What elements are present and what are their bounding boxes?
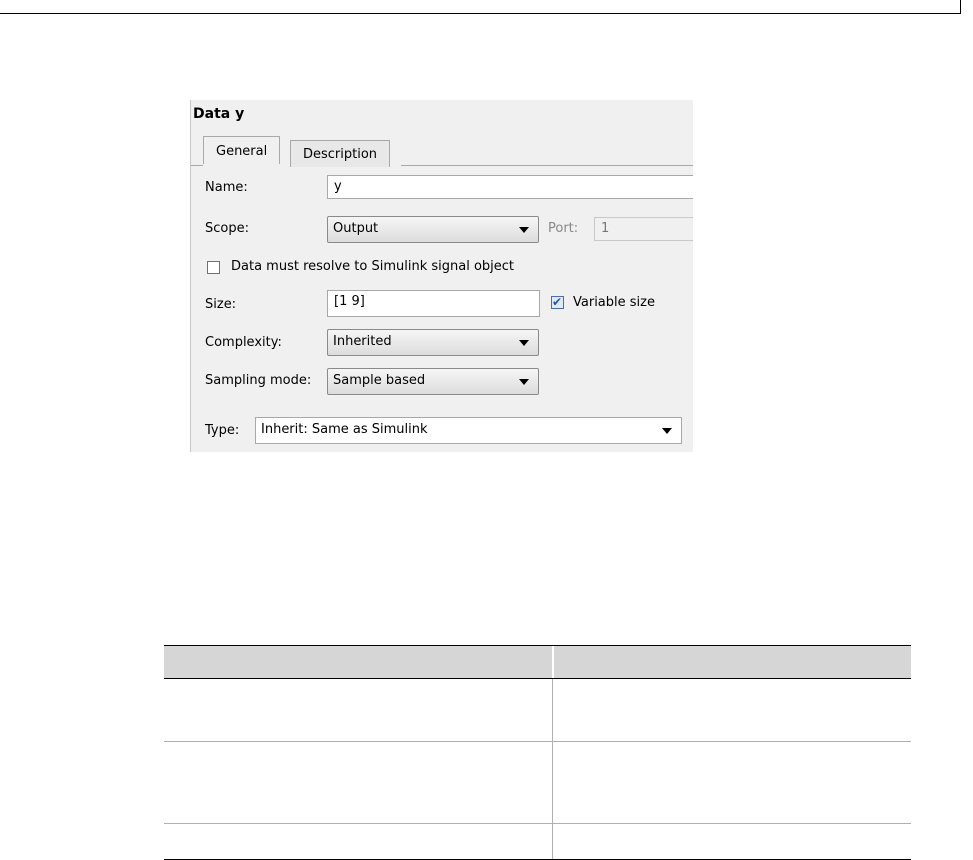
table-column-divider <box>552 824 553 859</box>
type-value: Inherit: Same as Simulink <box>261 422 428 437</box>
chevron-down-icon <box>519 227 529 233</box>
tab-baseline-right <box>401 165 693 166</box>
sampling-mode-value: Sample based <box>333 373 426 388</box>
data-properties-dialog: Data y General Description Name: y Scope… <box>190 100 693 452</box>
resolve-checkbox[interactable] <box>207 261 220 274</box>
complexity-label: Complexity: <box>205 335 282 350</box>
type-label: Type: <box>205 423 240 438</box>
table-column-divider <box>552 679 553 741</box>
table-column-divider <box>552 742 553 823</box>
resolve-label: Data must resolve to Simulink signal obj… <box>231 259 515 274</box>
tab-general[interactable]: General <box>203 136 281 164</box>
table-header-rule <box>164 678 911 679</box>
chevron-down-icon <box>519 379 529 385</box>
tab-description[interactable]: Description <box>290 140 391 167</box>
name-input[interactable]: y <box>327 175 693 199</box>
table-row-rule <box>164 741 911 742</box>
scope-label: Scope: <box>205 221 249 236</box>
complexity-dropdown[interactable]: Inherited <box>327 329 539 356</box>
scope-dropdown[interactable]: Output <box>327 216 539 243</box>
complexity-value: Inherited <box>333 334 392 349</box>
page-header-rule <box>0 13 960 14</box>
sampling-mode-dropdown[interactable]: Sample based <box>327 368 539 395</box>
variable-size-label: Variable size <box>573 295 655 310</box>
table-header-cell <box>554 646 911 678</box>
name-label: Name: <box>205 180 248 195</box>
sampling-mode-label: Sampling mode: <box>205 373 312 388</box>
scope-value: Output <box>333 221 379 236</box>
variable-size-checkbox[interactable]: ✔ <box>551 295 564 309</box>
port-label: Port: <box>548 221 579 236</box>
page-header-corner <box>960 0 961 14</box>
tab-baseline-left <box>191 165 203 166</box>
table-row-rule <box>164 823 911 824</box>
type-dropdown[interactable]: Inherit: Same as Simulink <box>255 417 682 444</box>
size-label: Size: <box>205 297 237 312</box>
size-input[interactable]: [1 9] <box>327 290 540 317</box>
dialog-title: Data y <box>193 106 245 122</box>
port-input[interactable]: 1 <box>594 217 693 241</box>
chevron-down-icon <box>519 340 529 346</box>
checkmark-icon: ✔ <box>552 295 563 309</box>
chevron-down-icon <box>662 428 672 434</box>
table-header-cell <box>164 646 552 678</box>
